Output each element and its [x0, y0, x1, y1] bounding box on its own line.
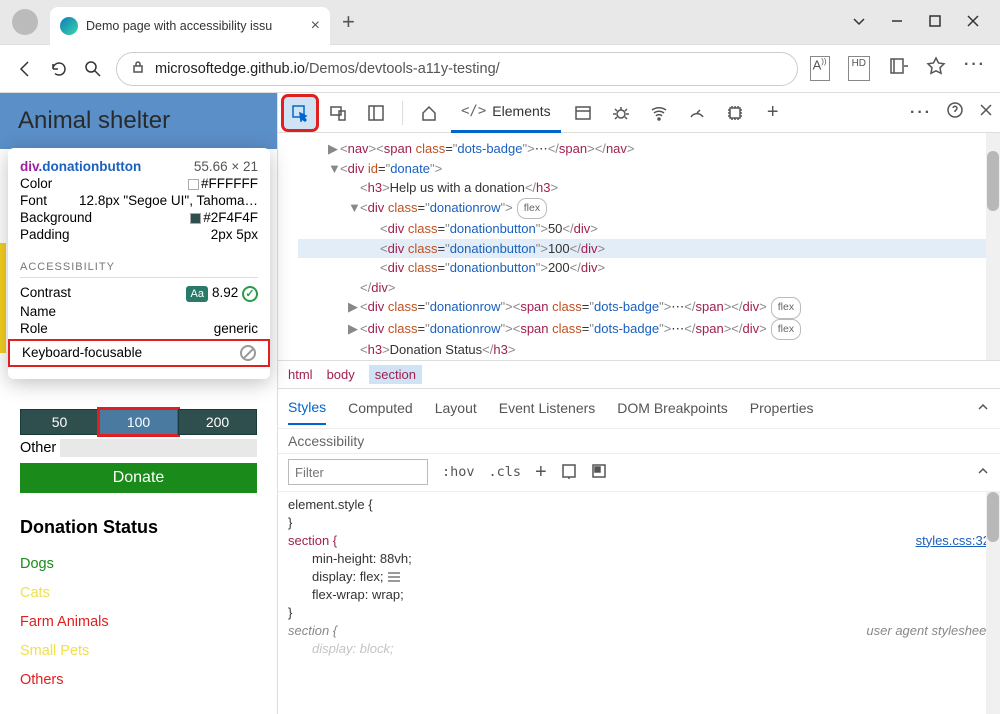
address-bar: microsoftedge.github.io/Demos/devtools-a… [0, 45, 1000, 93]
accessibility-header: ACCESSIBILITY [20, 261, 258, 278]
page-preview: Animal shelter div.donationbutton 55.66 … [0, 93, 278, 714]
other-amount-row: Other [20, 439, 257, 457]
donation-status-heading: Donation Status [20, 517, 257, 538]
filter-input[interactable] [288, 459, 428, 485]
status-list: DogsCatsFarm AnimalsSmall PetsOthers [20, 550, 257, 695]
donation-200[interactable]: 200 [178, 409, 257, 435]
source-link[interactable]: styles.css:32 [916, 532, 990, 550]
status-item[interactable]: Small Pets [20, 637, 257, 666]
lock-icon [131, 60, 145, 78]
elements-tab[interactable]: </> Elements [451, 93, 561, 133]
computed-toggle-icon[interactable] [591, 463, 607, 482]
new-tab-button[interactable]: + [342, 9, 355, 35]
chevron-up-icon[interactable] [976, 400, 990, 417]
css-scrollbar[interactable] [986, 492, 1000, 714]
tooltip-dimensions: 55.66 × 21 [194, 159, 258, 174]
dom-line[interactable]: ▼<div id="donate"> [298, 159, 1000, 179]
other-amount-input[interactable] [60, 439, 257, 457]
refresh-button[interactable] [48, 58, 70, 80]
devtools-toolbar: </> Elements + ··· [278, 93, 1000, 133]
network-icon[interactable] [643, 97, 675, 129]
hov-toggle[interactable]: :hov [442, 464, 475, 480]
status-item[interactable]: Others [20, 666, 257, 695]
dom-line[interactable]: </div> [298, 278, 1000, 298]
menu-dots-icon[interactable]: ··· [964, 56, 986, 81]
dom-line[interactable]: ▼<div class="donationrow">flex [298, 198, 1000, 220]
devtools-panel: </> Elements + ··· ▶<nav><span class="do… [278, 93, 1000, 714]
inspect-element-button[interactable] [284, 97, 316, 129]
read-aloud-icon[interactable]: A)) [810, 56, 830, 81]
dom-line[interactable]: ▶<div class="donationrow"><span class="d… [298, 297, 1000, 319]
url-host: microsoftedge.github.io/Demos/devtools-a… [155, 61, 500, 77]
dom-line[interactable]: <h3>Help us with a donation</h3> [298, 178, 1000, 198]
bug-icon[interactable] [605, 97, 637, 129]
favorite-icon[interactable] [926, 56, 946, 81]
page-title: Animal shelter [0, 93, 277, 149]
window-close-icon[interactable] [966, 14, 980, 31]
dom-line[interactable]: ▶<div class="donationrow"><span class="d… [298, 319, 1000, 341]
new-style-button[interactable]: + [535, 461, 547, 484]
hd-icon[interactable]: HD [848, 56, 870, 81]
dom-scrollbar[interactable] [986, 133, 1000, 360]
dom-line[interactable]: ▶<nav><span class="dots-badge">⋯</span><… [298, 139, 1000, 159]
more-tabs-button[interactable]: + [757, 97, 789, 129]
donation-50[interactable]: 50 [20, 409, 99, 435]
accessibility-row[interactable]: Accessibility [278, 428, 1000, 453]
window-titlebar: Demo page with accessibility issu × + [0, 0, 1000, 45]
window-minimize-icon[interactable] [890, 14, 904, 31]
styles-tabs: Styles Computed Layout Event Listeners D… [278, 388, 1000, 428]
dom-line[interactable]: <div class="donationbutton">200</div> [298, 258, 1000, 278]
styles-filter-bar: :hov .cls + [278, 453, 1000, 491]
chevron-up-icon[interactable] [976, 464, 990, 481]
close-tab-icon[interactable]: × [311, 17, 320, 35]
tab-title: Demo page with accessibility issu [86, 19, 303, 33]
dom-breadcrumb[interactable]: html body section [278, 360, 1000, 388]
dock-button[interactable] [360, 97, 392, 129]
back-button[interactable] [14, 58, 36, 80]
donate-button[interactable]: Donate [20, 463, 257, 493]
dom-tree[interactable]: ▶<nav><span class="dots-badge">⋯</span><… [278, 133, 1000, 360]
tab-properties[interactable]: Properties [750, 400, 814, 416]
cls-toggle[interactable]: .cls [489, 464, 522, 480]
dom-line[interactable]: <div class="donationbutton">50</div> [298, 219, 1000, 239]
keyboard-focusable-row: Keyboard-focusable [8, 339, 270, 367]
memory-icon[interactable] [719, 97, 751, 129]
devtools-close-icon[interactable] [978, 102, 994, 123]
minimize-chevron-icon[interactable] [852, 14, 866, 31]
tab-dom-breakpoints[interactable]: DOM Breakpoints [617, 400, 727, 416]
status-item[interactable]: Cats [20, 579, 257, 608]
tooltip-element: div.donationbutton [20, 159, 141, 174]
device-toggle-button[interactable] [322, 97, 354, 129]
donation-100[interactable]: 100 [99, 409, 178, 435]
search-icon[interactable] [82, 58, 104, 80]
inspect-tooltip: div.donationbutton 55.66 × 21 Color#FFFF… [8, 148, 270, 379]
browser-tab[interactable]: Demo page with accessibility issu × [50, 7, 330, 45]
status-item[interactable]: Dogs [20, 550, 257, 579]
url-box[interactable]: microsoftedge.github.io/Demos/devtools-a… [116, 52, 798, 86]
forbidden-icon [240, 345, 256, 361]
scrollbar-indicator [0, 243, 6, 353]
checkmark-icon: ✓ [242, 286, 258, 302]
flexbox-editor-icon[interactable] [561, 463, 577, 482]
tab-computed[interactable]: Computed [348, 400, 413, 416]
tab-styles[interactable]: Styles [288, 399, 326, 425]
profile-avatar[interactable] [12, 9, 38, 35]
help-icon[interactable] [946, 101, 964, 124]
edge-favicon [60, 17, 78, 35]
collections-icon[interactable] [888, 56, 908, 81]
window-maximize-icon[interactable] [928, 14, 942, 31]
performance-icon[interactable] [681, 97, 713, 129]
welcome-tab[interactable] [413, 97, 445, 129]
dom-line[interactable]: <div class="donationbutton">100</div> [298, 239, 1000, 259]
status-item[interactable]: Farm Animals [20, 608, 257, 637]
flex-grid-icon[interactable] [388, 572, 400, 582]
tab-layout[interactable]: Layout [435, 400, 477, 416]
css-rules-panel[interactable]: element.style { } section {styles.css:32… [278, 491, 1000, 714]
dom-line[interactable]: <h3>Donation Status</h3> [298, 340, 1000, 360]
app-tab-icon[interactable] [567, 97, 599, 129]
donation-buttons: 50 100 200 [20, 409, 257, 435]
tab-event-listeners[interactable]: Event Listeners [499, 400, 596, 416]
more-tools-icon[interactable]: ··· [910, 104, 932, 122]
